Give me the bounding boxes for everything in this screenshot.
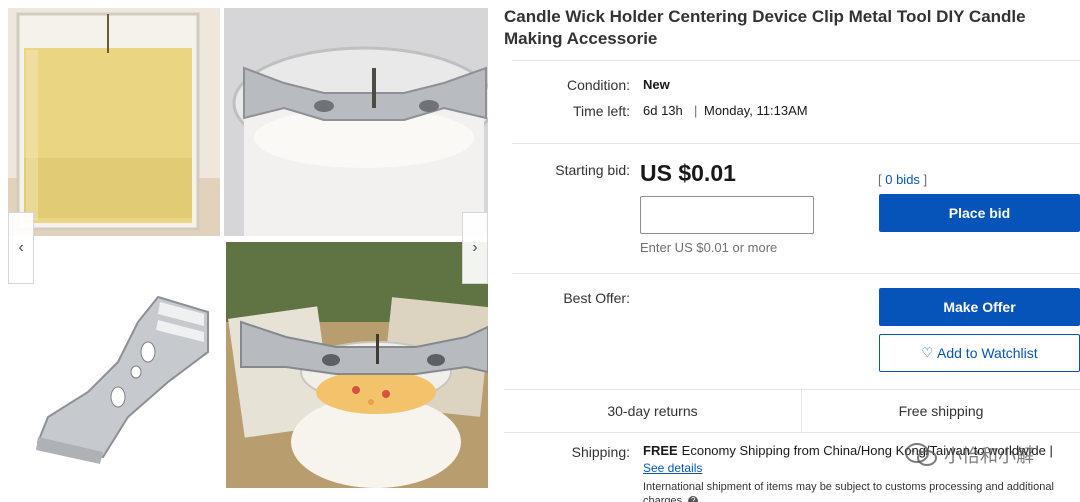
international-shipping-note: International shipment of items may be s…	[643, 480, 1080, 502]
gallery-prev-button[interactable]: ‹	[8, 212, 34, 284]
watchlist-label: Add to Watchlist	[937, 345, 1038, 361]
bid-count-link[interactable]: 0 bids	[885, 172, 920, 187]
listing-details: Candle Wick Holder Centering Device Clip…	[504, 0, 1080, 502]
place-bid-label: Place bid	[948, 205, 1011, 221]
time-left-separator: |	[694, 103, 698, 118]
returns-shipping-summary: 30-day returns Free shipping	[504, 389, 1080, 433]
heart-icon: ♡	[921, 345, 933, 360]
place-bid-button[interactable]: Place bid	[879, 194, 1080, 232]
divider	[512, 143, 1080, 144]
divider	[512, 60, 1080, 61]
starting-bid-label: Starting bid:	[555, 162, 630, 178]
bids-close-bracket: ]	[919, 172, 928, 187]
divider	[512, 273, 1080, 274]
candle-with-holder-image[interactable]	[226, 242, 488, 488]
wick-holder-on-jar-image[interactable]	[224, 8, 488, 236]
time-left-label: Time left:	[572, 103, 630, 119]
gallery-next-button[interactable]: ›	[462, 212, 488, 284]
make-offer-button[interactable]: Make Offer	[879, 288, 1080, 326]
intl-note-text: International shipment of items may be s…	[643, 481, 1054, 502]
free-shipping-info: Free shipping	[802, 390, 1080, 432]
candle-glass-image[interactable]	[8, 8, 220, 236]
make-offer-label: Make Offer	[943, 299, 1016, 315]
see-details-link[interactable]: See details	[643, 461, 702, 475]
info-icon[interactable]: ?	[688, 496, 699, 502]
end-time: Monday, 11:13AM	[704, 103, 808, 118]
image-gallery: ‹ ›	[0, 0, 492, 502]
shipping-label: Shipping:	[571, 444, 630, 460]
condition-value: New	[643, 77, 670, 92]
add-to-watchlist-button[interactable]: ♡ Add to Watchlist	[879, 334, 1080, 372]
wechat-logo-icon	[905, 443, 937, 466]
bid-amount-input[interactable]	[640, 196, 814, 234]
wick-holder-tool-image[interactable]	[8, 242, 222, 488]
bid-count: [ 0 bids ]	[878, 172, 927, 187]
bid-hint: Enter US $0.01 or more	[640, 240, 778, 255]
returns-info: 30-day returns	[504, 390, 802, 432]
chevron-left-icon: ‹	[18, 239, 24, 256]
best-offer-label: Best Offer:	[563, 290, 630, 306]
watermark-text: 小怡和小解	[944, 446, 1034, 466]
condition-label: Condition:	[566, 77, 630, 93]
shipping-free: FREE	[643, 443, 678, 458]
starting-bid-price: US $0.01	[640, 160, 736, 186]
chevron-right-icon: ›	[472, 239, 478, 256]
time-left-value: 6d 13h	[643, 103, 683, 118]
listing-title: Candle Wick Holder Centering Device Clip…	[504, 7, 1026, 48]
free-shipping-label: Free shipping	[898, 403, 984, 419]
returns-label: 30-day returns	[607, 403, 698, 419]
watermark: 小怡和小解	[904, 440, 1080, 470]
